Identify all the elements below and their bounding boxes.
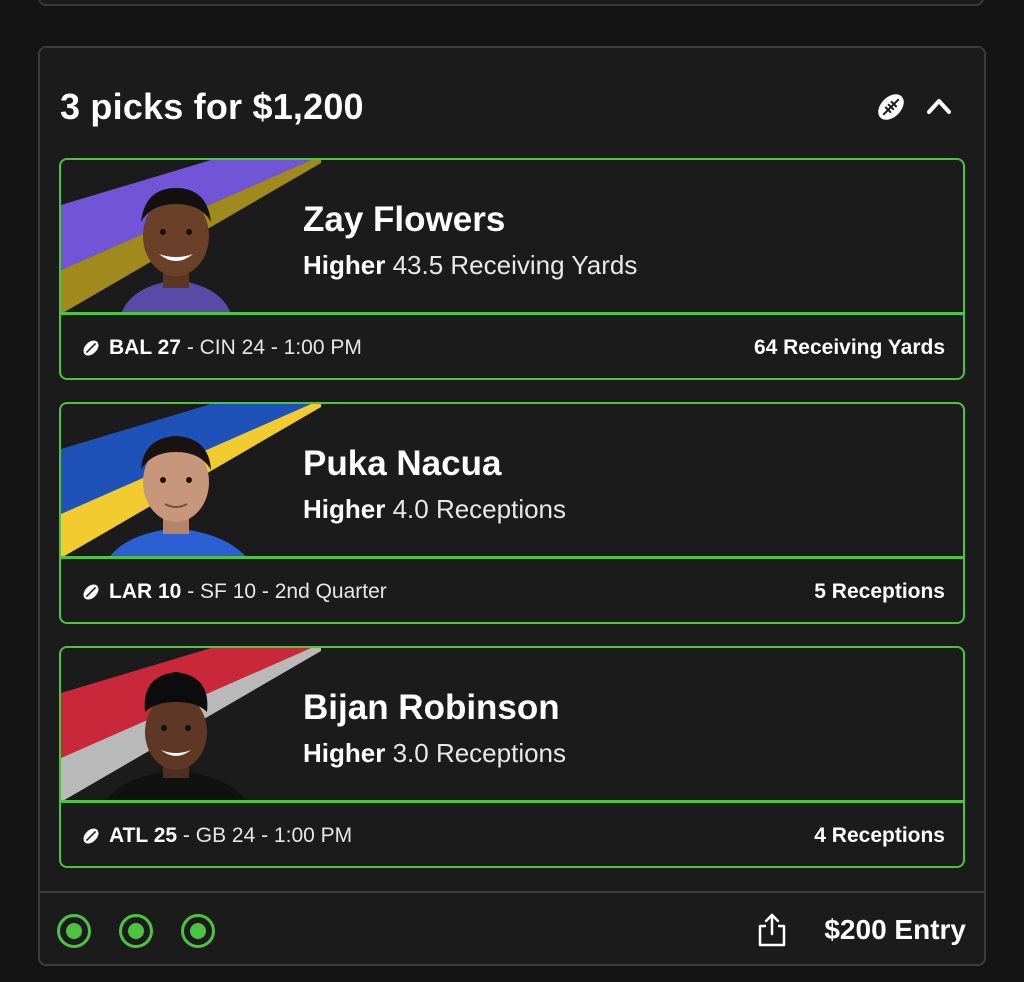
player-name: Puka Nacua — [303, 444, 502, 483]
player-headshot — [109, 436, 247, 558]
previous-entry-card — [38, 0, 984, 6]
game-details: - CIN 24 - 1:00 PM — [180, 336, 362, 359]
pick-status-dot — [181, 914, 215, 948]
game-details: - GB 24 - 1:00 PM — [177, 824, 353, 847]
pick-card-zay-flowers[interactable]: Zay Flowers Higher 43.5 Receiving Yards … — [59, 158, 965, 380]
football-icon — [83, 828, 99, 844]
player-name: Bijan Robinson — [303, 688, 560, 727]
pick-divider — [61, 312, 963, 315]
pick-line: 43.5 Receiving Yards — [392, 250, 638, 280]
pick-divider — [61, 800, 963, 803]
pick-line: 4.0 Receptions — [392, 494, 567, 524]
game-team-score: ATL 25 — [109, 824, 178, 847]
game-score-row: ATL 25 - GB 24 - 1:00 PM — [81, 824, 352, 848]
share-icon[interactable] — [756, 912, 788, 948]
pick-status-dot — [119, 914, 153, 948]
entry-amount: $200 Entry — [824, 914, 966, 945]
pick-projection: Higher 43.5 Receiving Yards — [303, 250, 637, 281]
player-headshot — [121, 188, 231, 314]
footer-divider — [40, 891, 984, 893]
pick-projection: Higher 3.0 Receptions — [303, 738, 566, 769]
pick-direction: Higher — [303, 250, 386, 280]
pick-divider — [61, 556, 963, 559]
pick-line: 3.0 Receptions — [392, 738, 567, 768]
entry-title: 3 picks for $1,200 — [60, 86, 364, 127]
pick-result: 64 Receiving Yards — [753, 336, 945, 359]
pick-result: 5 Receptions — [814, 580, 945, 603]
pick-projection: Higher 4.0 Receptions — [303, 494, 566, 525]
entry-card: 3 picks for $1,200 Zay Flowers Higher 43… — [38, 46, 986, 966]
pick-result: 4 Receptions — [814, 824, 945, 847]
game-score-row: BAL 27 - CIN 24 - 1:00 PM — [81, 336, 362, 360]
game-score-row: LAR 10 - SF 10 - 2nd Quarter — [81, 580, 387, 604]
pick-status-dot — [57, 914, 91, 948]
football-icon — [83, 340, 99, 356]
pick-direction: Higher — [303, 738, 386, 768]
chevron-up-icon[interactable] — [920, 88, 958, 126]
player-name: Zay Flowers — [303, 200, 506, 239]
football-icon — [83, 584, 99, 600]
game-team-score: BAL 27 — [109, 336, 181, 359]
player-headshot — [105, 672, 247, 802]
game-details: - SF 10 - 2nd Quarter — [181, 580, 387, 603]
game-team-score: LAR 10 — [109, 580, 182, 603]
football-icon — [872, 88, 910, 126]
pick-card-puka-nacua[interactable]: Puka Nacua Higher 4.0 Receptions LAR 10 … — [59, 402, 965, 624]
pick-card-bijan-robinson[interactable]: Bijan Robinson Higher 3.0 Receptions ATL… — [59, 646, 965, 868]
pick-direction: Higher — [303, 494, 386, 524]
